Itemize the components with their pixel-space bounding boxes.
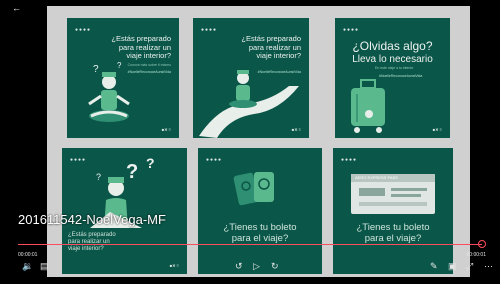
tile-title: ¿Estás preparado para realizar un viaje … <box>241 34 301 61</box>
svg-text:?: ? <box>117 61 122 70</box>
title-line: ¿Tienes tu boleto <box>356 222 430 233</box>
brand-logo: ■✕ ≡ <box>291 127 301 132</box>
skip-back-icon[interactable]: ↺ <box>235 261 243 271</box>
tile-dots: ●●●● <box>343 27 360 33</box>
subtitles-icon[interactable]: ▤ <box>40 261 49 271</box>
tile-dots: ●●●● <box>70 157 87 163</box>
slide-tile-4: ●●●● ? ? ? ¿Estás preparado para realiza… <box>62 148 187 274</box>
tile-title: ¿Tienes tu boleto para el viaje? <box>198 222 322 244</box>
tile-title: ¿Tienes tu boleto para el viaje? <box>333 222 453 244</box>
slide-tile-6: ●●●● AERO EXPRESS PASS ¿Tienes tu boleto… <box>333 148 453 274</box>
svg-text:?: ? <box>96 172 101 182</box>
tile-dots: ●●●● <box>341 157 358 163</box>
miniplayer-icon[interactable]: ▣ <box>448 261 457 271</box>
seek-bar[interactable] <box>18 244 482 245</box>
path-walker-illustration <box>199 70 299 138</box>
passport-ticket-illustration <box>233 172 274 206</box>
slide-tile-2: ●●●● ¿Estás preparado para realizar un v… <box>193 18 309 138</box>
title-line: Lleva lo necesario <box>352 54 433 65</box>
play-icon[interactable]: ▷ <box>253 261 260 271</box>
more-icon[interactable]: ⋯ <box>484 261 493 271</box>
title-line: viaje interior? <box>256 51 301 60</box>
brand-logo: ■✕ ≡ <box>432 127 442 132</box>
tile-dots: ●●●● <box>75 27 92 33</box>
tile-title: ¿Olvidas algo? Lleva lo necesario <box>335 40 450 66</box>
slide-tile-3: ●●●● ¿Olvidas algo? Lleva lo necesario E… <box>335 18 450 138</box>
skip-forward-icon[interactable]: ↻ <box>271 261 279 271</box>
slide-tile-1: ●●●● ¿Estás preparado para realizar un v… <box>67 18 179 138</box>
pass-label: AERO EXPRESS PASS <box>355 175 398 180</box>
tile-dots: ●●●● <box>201 27 218 33</box>
title-line: para el viaje? <box>364 233 422 244</box>
video-file-name: 201611542-NoelVega-MF <box>18 212 166 227</box>
video-frame: ●●●● ¿Estás preparado para realizar un v… <box>47 6 470 277</box>
svg-text:?: ? <box>126 161 138 183</box>
tile-title: ¿Estás preparado para realizar un viaje … <box>111 34 171 61</box>
title-line: ¿Olvidas algo? <box>352 39 433 53</box>
svg-text:?: ? <box>146 155 155 171</box>
title-line: ¿Estás preparado <box>68 232 116 238</box>
meditating-person-illustration: ? ? <box>88 61 130 122</box>
slide-tile-5: ●●●● ¿Tienes tu boleto para el viaje? <box>198 148 322 274</box>
title-line: viaje interior? <box>68 246 104 252</box>
current-time: 00:00:01 <box>18 252 38 258</box>
volume-icon[interactable]: 🔉 <box>22 261 33 271</box>
seek-handle[interactable] <box>478 240 486 248</box>
tile-title: ¿Estás preparado para realizar un viaje … <box>68 232 116 253</box>
suitcase-illustration <box>351 79 385 133</box>
title-line: para el viaje? <box>231 233 289 244</box>
title-line: ¿Tienes tu boleto <box>223 222 297 233</box>
back-arrow-icon[interactable]: ← <box>12 3 21 13</box>
tile-subtitle: En este viaje a tu interior <box>375 66 414 70</box>
video-player[interactable]: ← ●●●● ¿Estás preparado para realizar un… <box>0 0 500 284</box>
total-time: 00:00:01 <box>466 252 486 258</box>
pen-icon[interactable]: ✎ <box>430 261 438 271</box>
fullscreen-icon[interactable]: ⤢ <box>466 261 473 271</box>
brand-logo: ■✕ ≡ <box>169 263 179 268</box>
svg-text:?: ? <box>93 64 99 75</box>
tile-dots: ●●●● <box>206 157 223 163</box>
brand-logo: ■✕ ≡ <box>161 127 171 132</box>
